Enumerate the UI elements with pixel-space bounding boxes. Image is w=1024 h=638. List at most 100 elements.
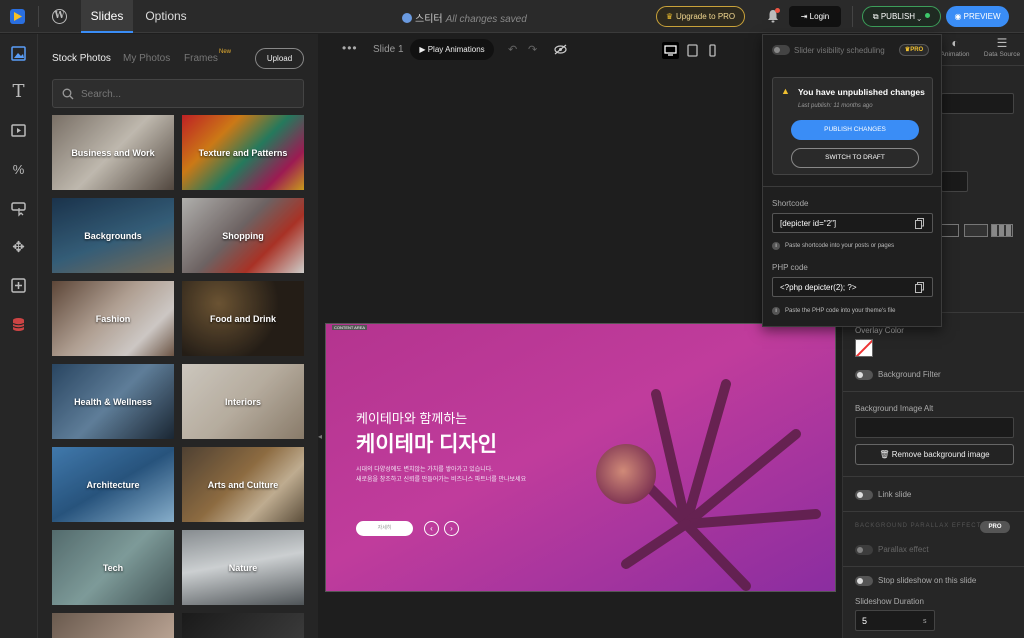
category-health-wellness[interactable]: Health & Wellness [52,364,174,439]
desktop-icon[interactable] [662,42,679,59]
text-icon[interactable]: T [10,83,27,101]
last-publish-text: Last publish: 11 months ago [798,103,873,109]
login-button[interactable]: ⇥ Login [789,6,841,27]
divider [38,6,39,27]
tablet-icon[interactable] [684,42,701,59]
category-fashion[interactable]: Fashion [52,281,174,356]
scheduling-toggle[interactable] [772,45,790,55]
remove-background-button[interactable]: 🗑 Remove background image [855,444,1014,465]
publish-dropdown: Slider visibility scheduling ♛PRO ▲ You … [762,34,942,327]
add-box-icon[interactable] [10,277,27,294]
slide-next-icon[interactable]: › [444,521,459,536]
publish-changes-button[interactable]: PUBLISH CHANGES [791,120,919,140]
shortcode-field[interactable]: [depicter id="2"] [772,213,933,233]
slide-prev-icon[interactable]: ‹ [424,521,439,536]
button-icon[interactable] [10,200,27,217]
parallax-label: Parallax effect [878,545,929,554]
overlay-color-swatch[interactable] [855,339,873,357]
category-architecture[interactable]: Architecture [52,447,174,522]
mobile-icon[interactable] [704,42,721,59]
chevron-down-icon: ⌄ [915,12,922,21]
category-more[interactable] [52,613,174,638]
category-label: Tech [52,530,174,605]
upgrade-label: Upgrade to PRO [676,12,736,21]
settings-field[interactable] [941,171,968,192]
search-input[interactable] [81,86,291,102]
settings-field[interactable] [941,93,1014,114]
slide-canvas[interactable]: CONTENT AREA 케이테마와 함께하는 케이테마 디자인 시대의 다양성… [325,323,836,592]
divider [763,186,941,187]
slide-subtitle[interactable]: 케이테마와 함께하는 [356,408,467,427]
category-nature[interactable]: Nature [182,530,304,605]
tab-slides[interactable]: Slides [81,0,133,33]
slide-body-line: 새로움을 창조하고 신뢰를 만들어가는 비즈니스 파트너를 만나보세요 [356,477,527,483]
overlay-color-label: Overlay Color [855,326,904,335]
stop-slideshow-toggle[interactable] [855,576,873,586]
play-animations-button[interactable]: ▶ Play Animations [410,39,494,60]
layout-option-icon[interactable] [941,224,959,237]
tab-data-source[interactable]: ☰ Data Source [978,36,1024,58]
slide-name[interactable]: Slide 1 [373,44,404,55]
redo-icon[interactable]: ↷ [528,43,537,56]
search-icon [62,88,74,100]
wordpress-icon[interactable]: W [52,9,67,24]
document-title[interactable]: 스티터 All changes saved [402,10,527,25]
document-name: 스티터 [415,14,443,25]
divider [843,476,1024,477]
app-logo-icon[interactable] [9,8,26,25]
category-more[interactable] [182,613,304,638]
login-label: Login [809,12,830,21]
login-icon: ⇥ [800,12,810,21]
background-filter-toggle[interactable] [855,370,873,380]
move-icon[interactable]: ✥ [10,239,27,256]
image-icon[interactable] [10,45,27,62]
eye-off-icon[interactable] [554,44,567,55]
play-label: Play Animations [427,45,485,54]
scheduling-row[interactable]: Slider visibility scheduling [772,45,885,55]
content-area-tag: CONTENT AREA [332,325,368,330]
divider [852,6,853,27]
category-arts-and-culture[interactable]: Arts and Culture [182,447,304,522]
tab-stock-photos[interactable]: Stock Photos [52,53,111,64]
slide-title[interactable]: 케이테마 디자인 [356,428,497,458]
collapse-handle-icon[interactable]: ◂ [318,432,322,441]
info-icon: i [772,307,780,315]
bg-alt-input[interactable] [855,417,1014,438]
category-texture-and-patterns[interactable]: Texture and Patterns [182,115,304,190]
copy-icon[interactable] [915,218,924,229]
category-interiors[interactable]: Interiors [182,364,304,439]
category-tech[interactable]: Tech [52,530,174,605]
category-food-and-drink[interactable]: Food and Drink [182,281,304,356]
tab-frames[interactable]: Frames [184,53,218,64]
top-bar: W Slides Options 스티터 All changes saved ♛ U… [0,0,1024,33]
pro-badge: ♛PRO [899,44,929,56]
video-icon[interactable] [10,122,27,139]
php-code-field[interactable]: <?php depicter(2); ?> [772,277,933,297]
php-code-hint: i Paste the PHP code into your theme's fi… [772,307,895,315]
warning-icon: ▲ [781,86,790,96]
link-slide-toggle[interactable] [855,490,873,500]
category-backgrounds[interactable]: Backgrounds [52,198,174,273]
undo-icon[interactable]: ↶ [508,43,517,56]
database-icon[interactable] [10,316,27,333]
preview-button[interactable]: ◉ PREVIEW [946,6,1009,27]
layout-option-icon[interactable] [964,224,988,237]
switch-to-draft-button[interactable]: SWITCH TO DRAFT [791,148,919,168]
more-icon[interactable]: ••• [342,41,358,55]
slide-cta-button[interactable]: 자세히 [356,521,413,536]
duration-input[interactable]: 5 s [855,610,935,631]
external-link-icon: ⧉ [872,12,881,21]
canvas-toolbar: ••• Slide 1 ▶ Play Animations ↶ ↷ [318,34,764,66]
upload-button[interactable]: Upload [255,48,304,69]
category-business-and-work[interactable]: Business and Work [52,115,174,190]
upgrade-button[interactable]: ♛ Upgrade to PRO [656,6,745,27]
shapes-icon[interactable]: % [10,161,27,178]
parallax-toggle[interactable] [855,545,873,555]
layout-option-icon[interactable] [991,224,1013,237]
copy-icon[interactable] [915,282,924,293]
publish-button[interactable]: ⧉ PUBLISH ⌄ [862,6,941,27]
slide-body-text[interactable]: 시대의 다양성에도 변치않는 가치를 쌓아가고 있습니다. 새로움을 창조하고 … [356,465,616,485]
category-shopping[interactable]: Shopping [182,198,304,273]
tab-my-photos[interactable]: My Photos [123,53,170,64]
tab-options[interactable]: Options [140,0,192,33]
